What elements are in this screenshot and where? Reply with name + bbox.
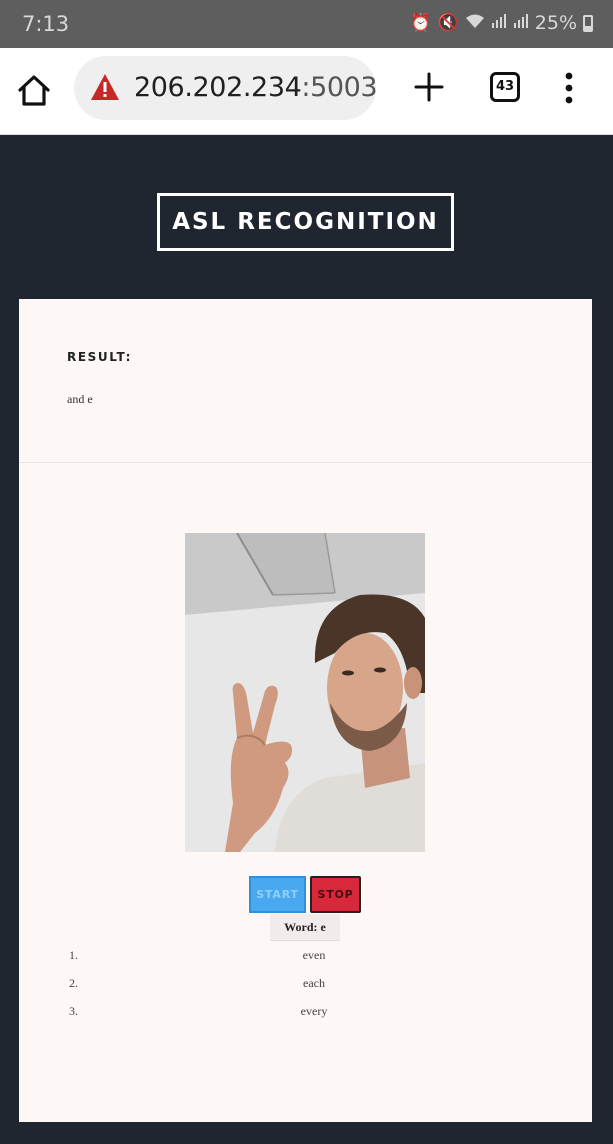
url-port: :5003 — [301, 72, 378, 103]
result-text: and e — [67, 392, 93, 406]
current-word: Word: e — [270, 914, 340, 941]
battery-icon — [583, 14, 593, 32]
start-button[interactable]: START — [249, 876, 306, 913]
new-tab-button[interactable] — [412, 70, 446, 104]
signal-icon-2 — [513, 13, 529, 34]
list-item[interactable]: 3. every — [19, 1004, 592, 1032]
wifi-icon — [465, 13, 485, 34]
page-title: ASL RECOGNITION — [157, 193, 454, 251]
status-time: 7:13 — [22, 12, 70, 36]
home-icon — [18, 75, 50, 106]
camera-feed — [185, 533, 425, 852]
address-bar[interactable]: 206.202.234:5003 — [74, 56, 378, 120]
list-item[interactable]: 2. each — [19, 976, 592, 1004]
main-card: RESULT: and e START STOP Word: e 1. even… — [19, 299, 592, 1122]
suggestion-text[interactable]: every — [19, 1004, 609, 1019]
url-host: 206.202.234 — [134, 72, 302, 103]
warning-icon[interactable] — [90, 73, 120, 101]
browser-toolbar: 206.202.234:5003 43 — [0, 48, 613, 135]
overflow-menu-button[interactable] — [562, 70, 576, 106]
url-text[interactable]: 206.202.234:5003 — [134, 72, 378, 103]
suggestion-list: 1. even 2. each 3. every — [19, 948, 592, 1032]
alarm-icon: ⏰ — [410, 13, 432, 33]
suggestion-text[interactable]: each — [19, 976, 609, 991]
more-vert-icon — [565, 72, 573, 104]
status-icons: ⏰ 🔇 25% — [410, 12, 593, 34]
stop-button[interactable]: STOP — [310, 876, 361, 913]
status-bar: 7:13 ⏰ 🔇 25% — [0, 0, 613, 48]
signal-icon — [491, 13, 507, 34]
control-buttons: START STOP — [249, 876, 361, 913]
tab-switcher-button[interactable]: 43 — [490, 72, 520, 102]
mute-icon: 🔇 — [437, 13, 459, 33]
home-button[interactable] — [14, 70, 54, 110]
list-item[interactable]: 1. even — [19, 948, 592, 976]
result-section: RESULT: and e — [19, 299, 592, 463]
suggestion-text[interactable]: even — [19, 948, 609, 963]
result-label: RESULT: — [67, 350, 133, 364]
plus-icon — [414, 72, 444, 102]
battery-percent: 25% — [534, 12, 577, 34]
